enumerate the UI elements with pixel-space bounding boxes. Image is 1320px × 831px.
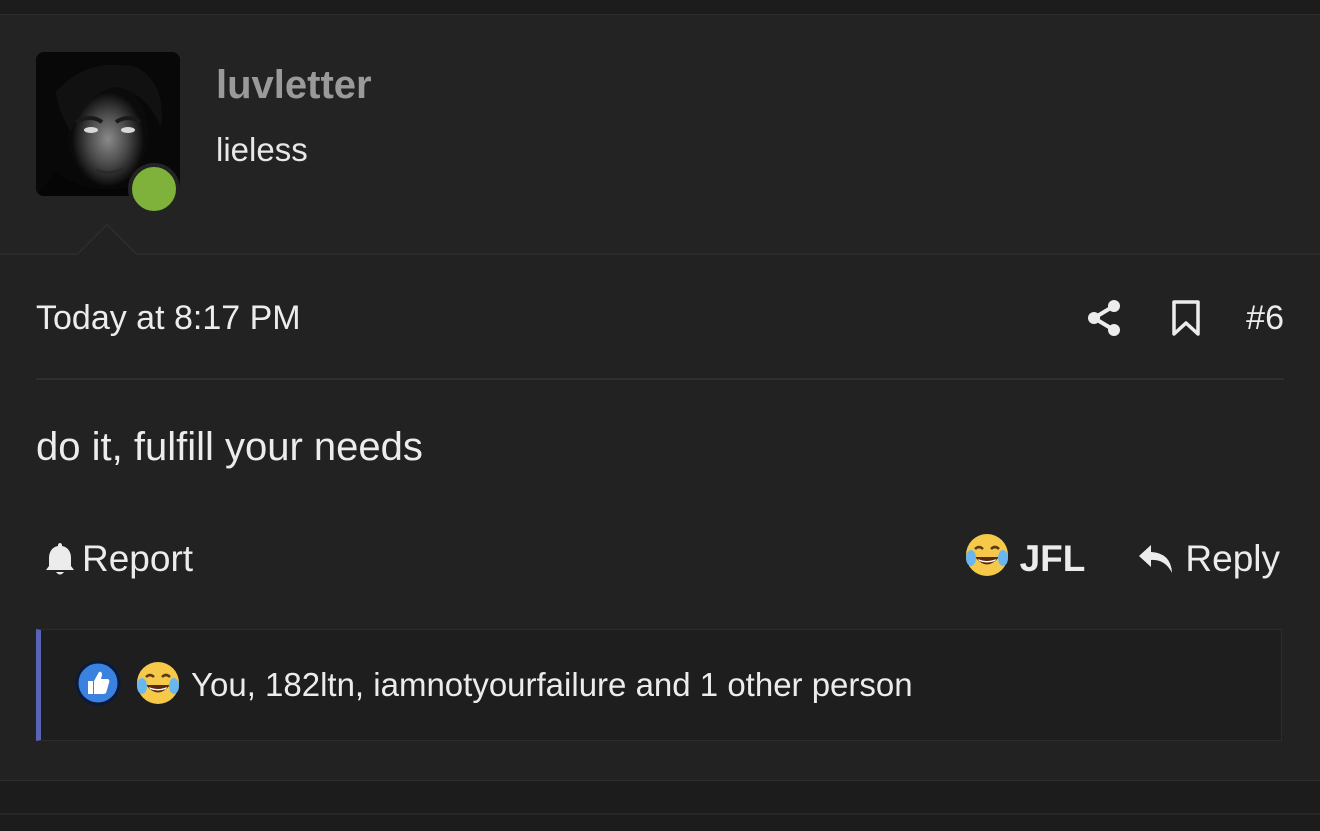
- post-timestamp[interactable]: Today at 8:17 PM: [36, 299, 301, 338]
- user-title: lieless: [216, 131, 308, 168]
- post-actions-row: Report JFL Reply: [36, 531, 1284, 587]
- thumbs-up-icon: [75, 660, 121, 711]
- post-message: do it, fulfill your needs: [36, 425, 423, 469]
- post-right-actions: JFL Reply: [964, 532, 1284, 587]
- reactions-summary-link[interactable]: You, 182ltn, iamnotyourfailure and 1 oth…: [191, 666, 913, 704]
- forum-post: luvletter lieless Today at 8:17 PM #6 do…: [0, 15, 1320, 781]
- online-status-indicator: [128, 163, 180, 215]
- report-label: Report: [82, 538, 194, 579]
- top-strip: [0, 0, 1320, 15]
- divider: [36, 378, 1284, 380]
- post-meta-row: Today at 8:17 PM #6: [36, 293, 1284, 343]
- user-block-pointer-inner: [78, 226, 136, 255]
- reactions-bar: You, 182ltn, iamnotyourfailure and 1 oth…: [36, 629, 1282, 741]
- reply-label: Reply: [1185, 538, 1280, 579]
- reply-arrow-icon: [1139, 545, 1173, 573]
- user-block: luvletter lieless: [0, 15, 1320, 255]
- bell-icon: [46, 543, 74, 575]
- laughing-crying-emoji-icon: [135, 660, 181, 711]
- post-number-link[interactable]: #6: [1246, 299, 1284, 338]
- reaction-button[interactable]: JFL: [964, 532, 1086, 587]
- bottom-divider: [0, 813, 1320, 815]
- post-meta-actions: #6: [1084, 298, 1284, 338]
- bottom-strip: [0, 781, 1320, 831]
- laughing-crying-emoji-icon: [964, 532, 1010, 587]
- username[interactable]: luvletter: [216, 63, 372, 108]
- reply-button[interactable]: Reply: [1137, 538, 1280, 580]
- bookmark-icon[interactable]: [1166, 298, 1206, 338]
- report-button[interactable]: Report: [44, 538, 193, 580]
- reaction-label: JFL: [1019, 538, 1086, 579]
- share-icon[interactable]: [1084, 298, 1124, 338]
